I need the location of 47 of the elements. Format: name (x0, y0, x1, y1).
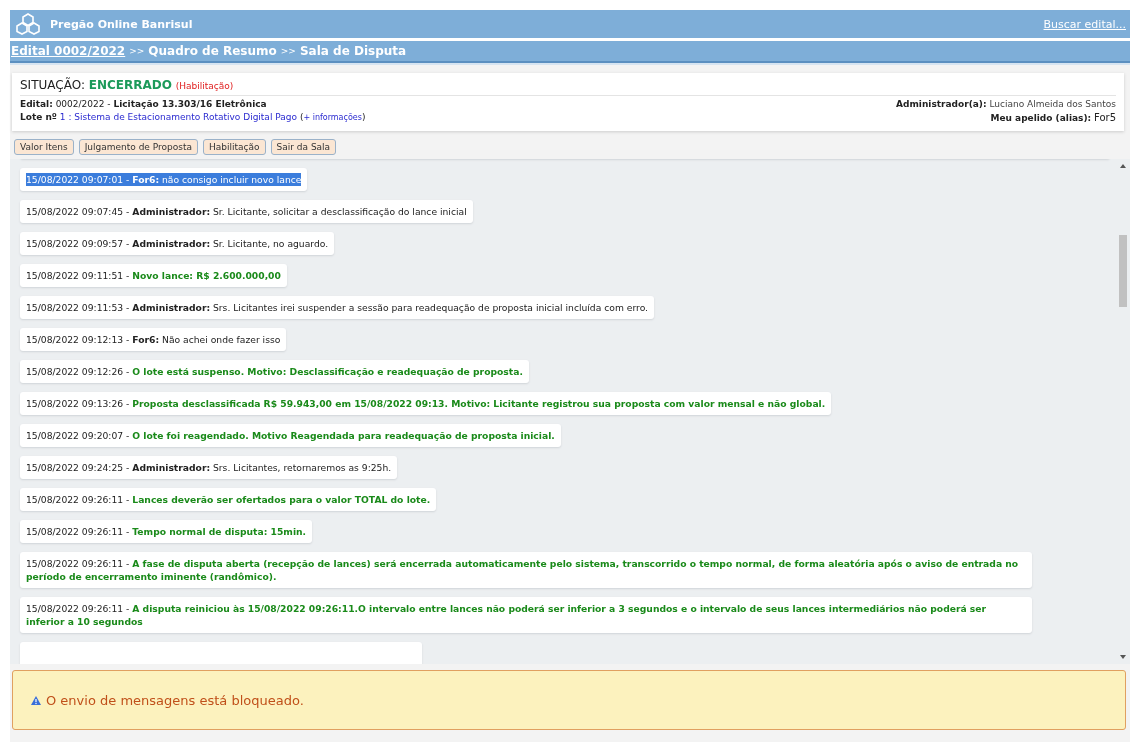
licitacao-text: Licitação 13.303/16 Eletrônica (113, 99, 267, 109)
paren-text: ( (299, 112, 304, 122)
alias-value: For5 (1094, 112, 1116, 123)
status-label: SITUAÇÃO: (20, 78, 85, 92)
message-text: 15/08/2022 09:12:26 - O lote está suspenso. Motivo: Desclassificação e readequação de proposta. (26, 365, 523, 378)
app-title: Pregão Online Banrisul (50, 17, 194, 31)
message-text: 15/08/2022 09:26:11 - A disputa reiniciou às 15/08/2022 09:26:11.O intervalo entre lances não poderá ser inferior a 3 segundos e o intervalo de seus lances intermediários não poderá ser inferior a 10 segundos (26, 602, 988, 628)
action-button[interactable]: Julgamento de Proposta (78, 139, 198, 155)
action-button[interactable]: Valor Itens (14, 139, 74, 155)
breadcrumb-item: Quadro de Resumo (148, 44, 277, 58)
lote-number-link[interactable]: 1 (59, 112, 66, 122)
message-text: 15/08/2022 09:11:53 - Administrador: Srs. Licitantes irei suspender a sessão para readequação de proposta inicial incluída com erro. (26, 301, 649, 314)
scroll-down-icon[interactable] (1119, 654, 1127, 660)
breadcrumb-item: Sala de Disputa (299, 44, 407, 58)
colon-text: : (68, 112, 72, 122)
message-text: 15/08/2022 09:07:45 - Administrador: Sr. Licitante, solicitar a desclassificação do lance inicial (26, 205, 467, 218)
scroll-up-icon[interactable] (1119, 163, 1127, 169)
scroll-thumb[interactable] (1119, 235, 1127, 307)
message-text: 15/08/2022 09:13:26 - Proposta desclassificada R$ 59.943,00 em 15/08/2022 09:13. Motivo: Licitante registrou sua proposta com valor mensal e não global. (26, 397, 826, 410)
hexagons-logo-icon (14, 13, 42, 35)
message-text: 15/08/2022 09:26:11 - A fase de disputa aberta (recepção de lances) será encerrada automaticamente pelo sistema, transcorrido o tempo normal, de forma aleatória após o aviso de entrada no período de encerramento iminente (randômico). (26, 557, 1020, 583)
status-value: ENCERRADO (88, 78, 172, 92)
separator-text: - (107, 99, 111, 109)
breadcrumb-separator: >> (280, 46, 296, 56)
action-button[interactable]: Sair da Sala (270, 139, 337, 155)
alert-message: O envio de mensagens está bloqueado. (46, 692, 304, 708)
alias-label: Meu apelido (alias): (990, 113, 1092, 123)
message-text: 15/08/2022 09:20:07 - O lote foi reagendado. Motivo Reagendada para readequação de proposta inicial. (26, 429, 555, 442)
admin-name: Luciano Almeida dos Santos (989, 99, 1116, 109)
action-button[interactable]: Habilitação (203, 139, 266, 155)
status-phase: (Habilitação) (175, 81, 234, 91)
message-text: 15/08/2022 09:26:11 - Lances deverão ser ofertados para o valor TOTAL do lote. (26, 493, 431, 506)
message-text: 15/08/2022 09:07:01 - For6: não consigo incluir novo lance (26, 173, 302, 186)
edital-label: Edital: (20, 99, 53, 109)
lote-name-link[interactable]: Sistema de Estacionamento Rotativo Digital Pago (74, 112, 297, 122)
message-text: 15/08/2022 09:09:57 - Administrador: Sr. Licitante, no aguardo. (26, 237, 329, 250)
lote-label: Lote nº (20, 112, 57, 122)
edital-value: 0002/2022 (55, 99, 105, 109)
message-text: 15/08/2022 09:26:11 - Tempo normal de disputa: 15min. (26, 525, 307, 538)
paren-text: ) (361, 112, 366, 122)
breadcrumb-separator: >> (129, 46, 145, 56)
message-text: 15/08/2022 09:11:51 - Novo lance: R$ 2.600.000,00 (26, 269, 281, 282)
message-text: 15/08/2022 09:24:25 - Administrador: Srs. Licitantes, retornaremos as 9:25h. (26, 461, 392, 474)
message-text: 15/08/2022 09:12:13 - For6: Não achei onde fazer isso (26, 333, 281, 346)
warning-icon (31, 695, 41, 705)
more-info-link[interactable]: + informações (303, 113, 362, 122)
admin-label: Administrador(a): (896, 99, 987, 109)
